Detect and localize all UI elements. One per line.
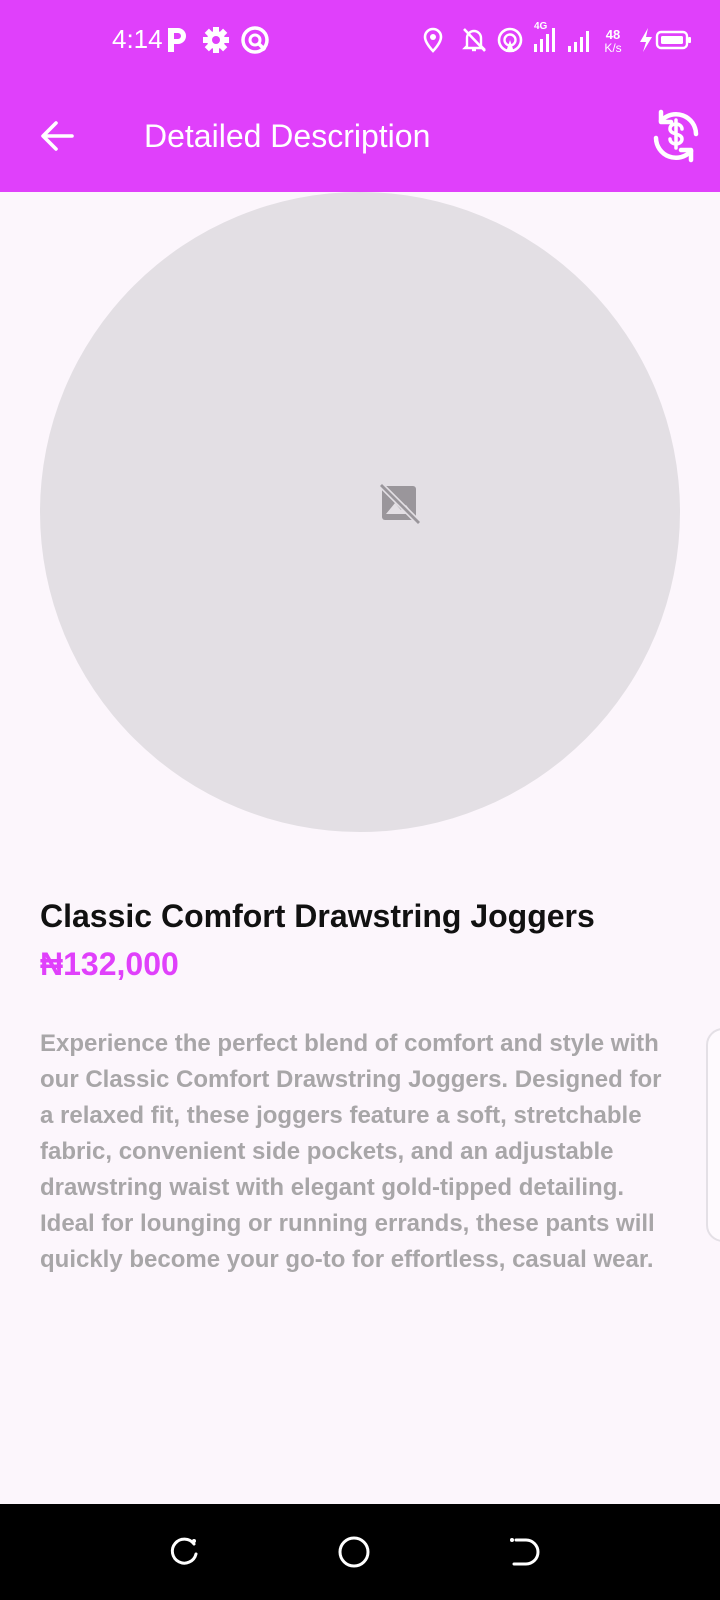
product-description: Experience the perfect blend of comfort … <box>40 1030 662 1273</box>
recent-apps-button[interactable] <box>164 1532 204 1572</box>
sync-app-icon <box>240 20 270 60</box>
network-speed: 48 K/s <box>596 20 630 60</box>
product-price: ₦132,000 <box>40 946 179 982</box>
broken-image-icon <box>378 482 422 526</box>
arrow-back-icon <box>34 121 82 164</box>
parking-icon <box>164 20 190 60</box>
charging-icon <box>638 20 654 60</box>
home-button[interactable] <box>334 1532 374 1572</box>
app-bar: 4:14 4G 48 K/s Detailed Description <box>0 0 720 192</box>
hotspot-icon <box>496 20 524 60</box>
net-speed-unit: K/s <box>604 41 622 55</box>
settings-icon <box>202 20 230 60</box>
currency-exchange-icon <box>646 109 706 170</box>
net-speed-value: 48 <box>605 27 621 42</box>
back-nav-icon <box>504 1532 544 1572</box>
page-title: Detailed Description <box>144 118 431 154</box>
home-icon <box>334 1532 374 1572</box>
product-image <box>40 192 680 832</box>
status-time: 4:14 <box>112 24 163 54</box>
battery-icon <box>654 20 694 60</box>
notifications-off-icon <box>460 20 488 60</box>
signal-icon <box>564 20 594 60</box>
signal-4g-icon: 4G <box>530 20 558 60</box>
back-nav-button[interactable] <box>504 1532 544 1572</box>
location-icon <box>422 20 444 60</box>
navigation-bar <box>0 1504 720 1600</box>
recent-apps-icon <box>164 1532 204 1572</box>
product-name: Classic Comfort Drawstring Joggers <box>40 898 595 934</box>
edge-panel-handle[interactable] <box>706 1028 720 1242</box>
status-bar: 4:14 4G 48 K/s <box>0 0 720 80</box>
toolbar: Detailed Description <box>0 96 720 176</box>
currency-exchange-button[interactable] <box>646 106 706 166</box>
back-button[interactable] <box>34 112 82 160</box>
network-type-label: 4G <box>534 21 548 32</box>
